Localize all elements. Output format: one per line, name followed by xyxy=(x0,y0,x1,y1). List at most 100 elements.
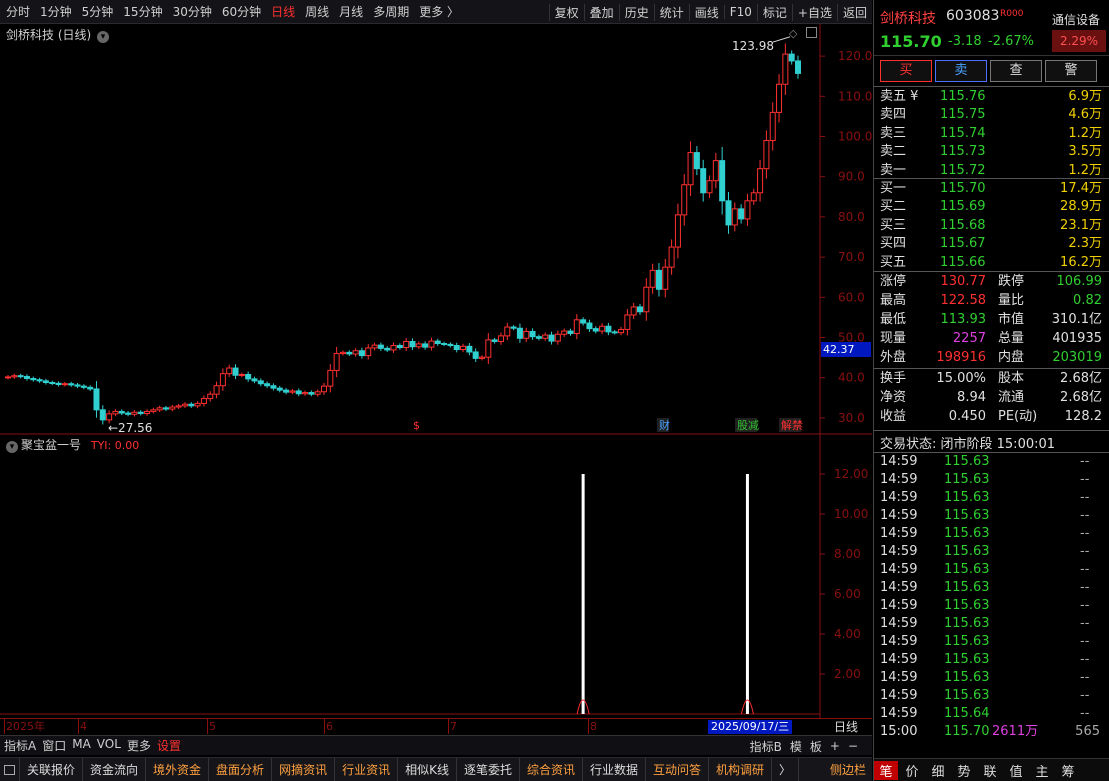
bottom-nav-item[interactable]: 资金流向 xyxy=(83,757,147,781)
candle-body xyxy=(257,380,264,385)
candle-body xyxy=(106,413,113,421)
indicator-b-tab[interactable]: 指标B xyxy=(750,738,782,755)
bottom-nav-item[interactable]: 相似K线 xyxy=(398,757,457,781)
quote-nav-tab[interactable]: 价 xyxy=(900,761,924,780)
trade-button[interactable]: 卖 xyxy=(935,60,987,82)
quote-nav-tab[interactable]: 值 xyxy=(1004,761,1028,780)
bottom-nav-item[interactable]: 〉 xyxy=(772,757,800,781)
book-label: 卖五 ¥ xyxy=(880,89,919,104)
indicator-tab[interactable]: 设置 xyxy=(157,737,181,754)
candle-body xyxy=(744,200,751,220)
stat-label: 净资 xyxy=(880,390,907,405)
book-row[interactable]: 买二 115.69 28.9万 xyxy=(874,198,1109,216)
stat-label: 外盘 xyxy=(880,350,907,365)
chevron-down-icon[interactable]: ▾ xyxy=(97,31,110,43)
indicator-b-tab[interactable]: + xyxy=(830,739,840,753)
period-tab[interactable]: 60分钟 xyxy=(222,3,261,20)
toolbar-action[interactable]: 标记 xyxy=(756,3,792,21)
bottom-nav-item[interactable]: 行业资讯 xyxy=(335,757,399,781)
chevron-down-icon[interactable]: ▾ xyxy=(6,441,18,453)
quote-nav-tab[interactable]: 主 xyxy=(1030,761,1054,780)
toolbar-action[interactable]: 返回 xyxy=(836,3,872,21)
indicator-b-tab[interactable]: 模 xyxy=(790,738,802,755)
bottom-nav-item[interactable]: 网摘资讯 xyxy=(272,757,336,781)
diamond-icon[interactable]: ◇ xyxy=(789,27,797,40)
period-tab[interactable]: 30分钟 xyxy=(173,3,212,20)
period-tab[interactable]: 月线 xyxy=(339,3,363,20)
book-row[interactable]: 卖四 115.75 4.6万 xyxy=(874,106,1109,124)
tick-row: 14:59 115.63 -- xyxy=(874,579,1109,597)
period-tab[interactable]: 15分钟 xyxy=(123,3,162,20)
quote-nav-tab[interactable]: 联 xyxy=(978,761,1002,780)
tick-time: 14:59 xyxy=(880,562,918,577)
quote-nav-tab[interactable]: 筹 xyxy=(1056,761,1080,780)
bottom-nav-item[interactable]: 逐笔委托 xyxy=(457,757,520,781)
panel-icon[interactable] xyxy=(0,757,20,781)
period-tab[interactable]: 1分钟 xyxy=(40,3,72,20)
book-row[interactable]: 卖五 ¥ 115.76 6.9万 xyxy=(874,88,1109,106)
indicator-b-tab[interactable]: − xyxy=(848,739,858,753)
candle-body xyxy=(731,208,738,226)
bottom-nav-item[interactable]: 综合资讯 xyxy=(520,757,583,781)
bottom-nav-item[interactable]: 行业数据 xyxy=(583,757,647,781)
period-tab[interactable]: 分时 xyxy=(6,3,30,20)
book-row[interactable]: 卖二 115.73 3.5万 xyxy=(874,143,1109,161)
bottom-nav-item[interactable]: 关联报价 xyxy=(20,757,84,781)
trade-button[interactable]: 警 xyxy=(1045,60,1097,82)
period-label[interactable]: 日线 xyxy=(834,720,858,734)
indicator-tab[interactable]: MA xyxy=(72,737,91,754)
quote-nav-tab[interactable]: 笔 xyxy=(874,760,898,780)
stock-tag: R000 xyxy=(1000,9,1024,19)
toolbar-action[interactable]: F10 xyxy=(723,5,757,19)
book-row[interactable]: 买一 115.70 17.4万 xyxy=(874,180,1109,198)
period-tab[interactable]: 更多 〉 xyxy=(419,3,459,20)
bottom-nav-item[interactable]: 互动问答 xyxy=(646,757,710,781)
bottom-nav-item[interactable]: 境外资金 xyxy=(146,757,210,781)
event-marker: $ xyxy=(413,419,420,432)
book-volume: 3.5万 xyxy=(1068,144,1102,160)
toolbar-action[interactable]: 统计 xyxy=(653,3,689,21)
time-label: 8 xyxy=(590,720,597,733)
book-volume: 4.6万 xyxy=(1068,107,1102,123)
quote-nav-tab[interactable]: 细 xyxy=(926,761,950,780)
quote-nav-tab[interactable]: 势 xyxy=(952,761,976,780)
indicator-tab[interactable]: 窗口 xyxy=(42,737,66,754)
book-row[interactable]: 卖一 115.72 1.2万 xyxy=(874,162,1109,180)
industry-name[interactable]: 通信设备 xyxy=(1052,11,1100,28)
toolbar-action[interactable]: +自选 xyxy=(791,3,837,21)
book-row[interactable]: 买四 115.67 2.3万 xyxy=(874,235,1109,253)
tick-volume: -- xyxy=(1080,544,1090,559)
kline-chart[interactable]: 30.040.050.060.070.080.090.0100.0110.012… xyxy=(0,24,872,718)
toolbar-action[interactable]: 叠加 xyxy=(583,3,619,21)
indicator-b-tab[interactable]: 板 xyxy=(810,738,822,755)
bottom-nav-item[interactable]: 盘面分析 xyxy=(209,757,273,781)
book-row[interactable]: 买五 115.66 16.2万 xyxy=(874,254,1109,272)
trade-button[interactable]: 查 xyxy=(990,60,1042,82)
period-tab[interactable]: 5分钟 xyxy=(82,3,114,20)
time-label: 2025年 xyxy=(6,720,45,733)
tick-volume: -- xyxy=(1080,508,1090,523)
period-tab[interactable]: 周线 xyxy=(305,3,329,20)
book-label: 买四 xyxy=(880,236,907,252)
event-marker: 股减 xyxy=(737,419,759,432)
candle-body xyxy=(485,339,492,358)
indicator-tab[interactable]: 更多 xyxy=(127,737,151,754)
bottom-nav-item[interactable]: 机构调研 xyxy=(709,757,773,781)
candle-body xyxy=(453,345,460,351)
period-tab[interactable]: 日线 xyxy=(271,3,295,20)
tick-time: 14:59 xyxy=(880,652,918,667)
period-tab[interactable]: 多周期 xyxy=(373,3,409,20)
indicator-tab[interactable]: 指标A xyxy=(4,737,36,754)
window-toggle-icon[interactable] xyxy=(806,27,817,38)
book-row[interactable]: 卖三 115.74 1.2万 xyxy=(874,125,1109,143)
candle-body xyxy=(554,333,561,342)
candle-body xyxy=(283,389,290,393)
toolbar-action[interactable]: 复权 xyxy=(548,3,584,21)
toolbar-action[interactable]: 画线 xyxy=(688,3,724,21)
indicator-tab[interactable]: VOL xyxy=(97,737,121,754)
sidebar-toggle[interactable]: 侧边栏 xyxy=(830,758,866,781)
trade-button[interactable]: 买 xyxy=(880,60,932,82)
candle-body xyxy=(74,384,81,387)
toolbar-action[interactable]: 历史 xyxy=(618,3,654,21)
book-row[interactable]: 买三 115.68 23.1万 xyxy=(874,217,1109,235)
